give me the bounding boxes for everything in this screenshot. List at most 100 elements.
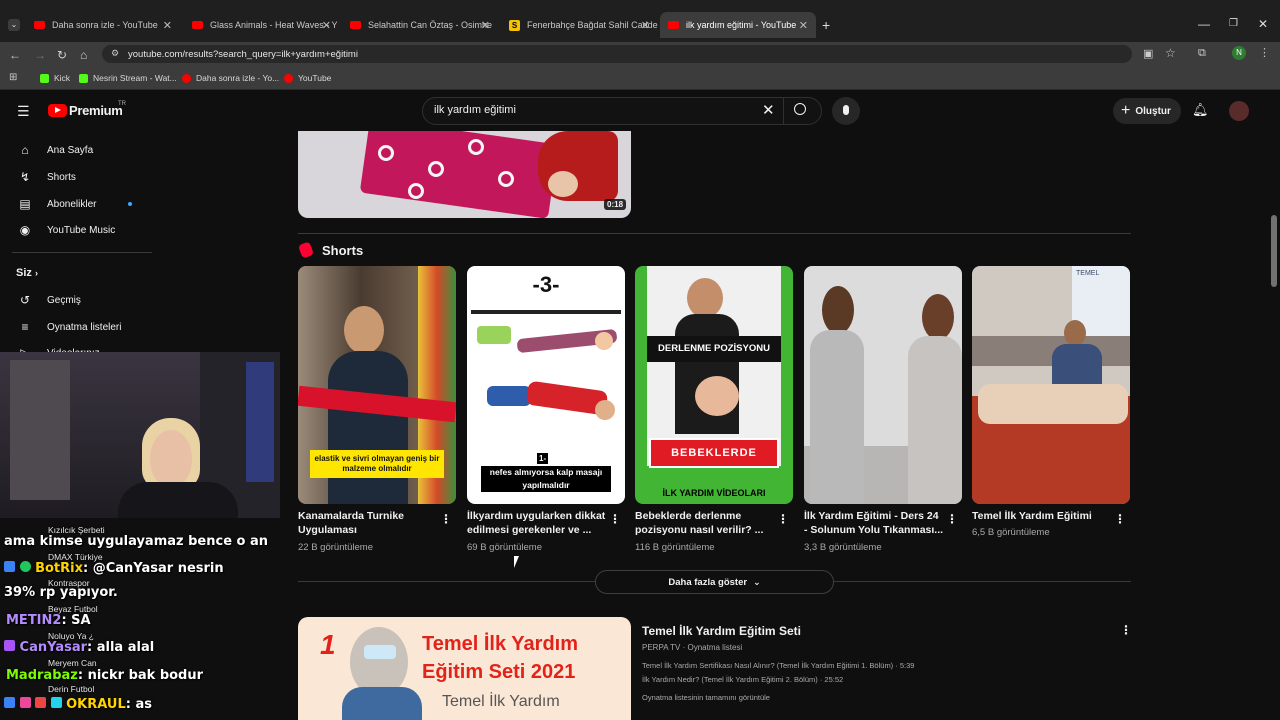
sidebar-divider [12, 252, 152, 253]
youtube-favicon-icon [668, 21, 679, 29]
badge-icon [50, 697, 62, 708]
tab-glass-animals[interactable]: Glass Animals - Heat Waves - Y ✕ [184, 12, 339, 38]
sidebar-item-history[interactable]: ↺ Geçmiş [18, 293, 81, 307]
install-app-icon[interactable]: ▣ [1143, 47, 1153, 60]
tab-search-icon[interactable]: ⌄ [8, 19, 20, 31]
subscriptions-icon: ▤ [19, 197, 31, 211]
search-value[interactable]: ilk yardım eğitimi [434, 104, 516, 116]
url-text[interactable]: youtube.com/results?search_query=ilk+yar… [128, 49, 358, 60]
short-thumbnail-3[interactable]: DERLENME POZİSYONU BEBEKLERDE İLK YARDIM… [635, 266, 793, 504]
forward-icon[interactable]: → [34, 48, 46, 62]
playlists-icon: ≡ [21, 320, 29, 334]
playlist-item-1[interactable]: Temel İlk Yardım Sertifikası Nasıl Alını… [642, 661, 914, 670]
minimize-icon[interactable]: — [1198, 17, 1210, 31]
youtube-favicon-icon [34, 21, 45, 29]
badge-icon [4, 561, 15, 572]
short-thumbnail-1[interactable]: elastik ve sivri olmayan geniş bir malze… [298, 266, 456, 504]
chat-message: Madrabaz: nickr bak bodur [6, 668, 204, 683]
short-badge: -3- [532, 272, 560, 297]
shorts-icon: ↯ [19, 170, 31, 184]
browser-menu-icon[interactable]: ⋮ [1259, 46, 1270, 59]
short-thumbnail-2[interactable]: -3- 1- nefes almıyorsa kalp masajı yapıl… [467, 266, 625, 504]
show-more-button[interactable]: Daha fazla göster ⌄ [595, 570, 834, 594]
page-scrollbar[interactable] [1268, 91, 1280, 720]
menu-hamburger-icon[interactable]: ☰ [17, 103, 30, 120]
scrollbar-thumb[interactable] [1271, 215, 1277, 287]
chat-message: BotRix: @CanYasar nesrin [4, 561, 224, 576]
youtube-logo-icon[interactable] [48, 104, 67, 117]
site-info-icon[interactable]: ⚙ [111, 48, 119, 59]
top-video-thumbnail[interactable] [298, 131, 631, 218]
playlist-thumbnail[interactable]: 1 Temel İlk Yardım Eğitim Seti 2021 Teme… [298, 617, 631, 720]
profile-avatar[interactable]: N [1232, 46, 1246, 60]
short-views-2: 69 B görüntüleme [467, 542, 542, 553]
tab-fenerbahce[interactable]: S Fenerbahçe Bağdat Sahil Cadde ✕ [501, 12, 658, 38]
tab-selahattin[interactable]: Selahattin Can Öztaş - Osimhe ✕ [342, 12, 498, 38]
restore-icon[interactable]: ❐ [1229, 18, 1238, 29]
new-tab-icon[interactable]: + [822, 17, 830, 33]
sidebar-item-youtube-music[interactable]: ◉ YouTube Music [18, 223, 115, 237]
short-caption: elastik ve sivri olmayan geniş bir malze… [310, 450, 444, 478]
short-menu-icon[interactable]: ⋮ [1114, 512, 1126, 526]
short-views-3: 116 B görüntüleme [635, 542, 715, 553]
short-title-2[interactable]: İlkyardım uygularken dikkat edilmesi gere… [467, 509, 605, 537]
apps-grid-icon[interactable]: ⊞ [9, 72, 17, 83]
bookmark-youtube[interactable]: YouTube [284, 73, 331, 83]
sidebar-item-shorts[interactable]: ↯ Shorts [18, 170, 76, 184]
search-icon[interactable] [794, 103, 806, 115]
short-menu-icon[interactable]: ⋮ [609, 512, 621, 526]
section-divider [298, 233, 1131, 234]
short-thumbnail-4[interactable] [804, 266, 962, 504]
short-menu-icon[interactable]: ⋮ [946, 512, 958, 526]
close-tab-icon[interactable]: ✕ [641, 19, 650, 32]
voice-search-button[interactable] [832, 97, 860, 125]
close-tab-icon[interactable]: ✕ [322, 19, 331, 32]
short-banner: DERLENME POZİSYONU [647, 336, 781, 362]
chat-message: OKRAUL: as [4, 697, 152, 712]
close-tab-icon[interactable]: ✕ [481, 19, 490, 32]
close-tab-icon[interactable]: ✕ [163, 19, 172, 32]
playlist-channel[interactable]: PERPA TV [642, 643, 680, 652]
youtube-favicon-icon [284, 73, 293, 83]
country-code: TR [118, 101, 126, 107]
tab-daha-sonra-izle[interactable]: Daha sonra izle - YouTube ✕ [26, 12, 180, 38]
bookmark-nesrin[interactable]: Nesrin Stream - Wat... [79, 73, 177, 83]
sidebar-section-you[interactable]: Siz › [16, 267, 38, 279]
bookmark-star-icon[interactable]: ☆ [1165, 46, 1176, 60]
youtube-favicon-icon [182, 73, 191, 83]
short-thumbnail-5[interactable]: TEMEL [972, 266, 1130, 504]
bookmark-daha-sonra[interactable]: Daha sonra izle - Yo... [182, 73, 279, 83]
short-menu-icon[interactable]: ⋮ [440, 512, 452, 526]
sidebar-item-playlists[interactable]: ≡ Oynatma listeleri [18, 320, 121, 334]
back-icon[interactable]: ← [9, 48, 21, 62]
premium-logo-text[interactable]: Premium [69, 103, 123, 118]
close-window-icon[interactable]: ✕ [1258, 17, 1268, 31]
short-title-3[interactable]: Bebeklerde derlenme pozisyonu nasıl veril… [635, 509, 763, 537]
clear-search-icon[interactable]: ✕ [762, 101, 775, 119]
playlist-item-2[interactable]: İlk Yardım Nedir? (Temel İlk Yardım Eğit… [642, 675, 843, 684]
short-views-4: 3,3 B görüntüleme [804, 542, 882, 553]
tab-ilk-yardim-active[interactable]: ilk yardım eğitimi - YouTube ✕ [660, 12, 816, 38]
notifications-bell-icon[interactable]: 🔔︎ [1192, 102, 1209, 118]
playlist-title[interactable]: Temel İlk Yardım Eğitim Seti [642, 624, 801, 638]
home-browser-icon[interactable]: ⌂ [80, 48, 87, 62]
chevron-right-icon: › [34, 268, 38, 278]
short-views-1: 22 B görüntüleme [298, 542, 373, 553]
short-title-1[interactable]: Kanamalarda Turnike Uygulaması [298, 509, 404, 537]
shorts-heading: Shorts [322, 243, 364, 258]
chat-message: METIN2: SA [6, 613, 91, 628]
short-title-5[interactable]: Temel İlk Yardım Eğitimi [972, 509, 1092, 523]
bookmark-kick[interactable]: Kick [40, 73, 70, 83]
extensions-icon[interactable]: ⧉ [1198, 47, 1206, 60]
badge-icon [19, 697, 31, 708]
playlist-view-all[interactable]: Oynatma listesinin tamamını görüntüle [642, 693, 770, 702]
short-title-4[interactable]: İlk Yardım Eğitimi - Ders 24- Solunum Yo… [804, 509, 943, 537]
reload-icon[interactable]: ↻ [57, 48, 67, 62]
create-button[interactable]: + Oluştur [1113, 98, 1181, 124]
playlist-menu-icon[interactable]: ⋮ [1120, 623, 1132, 637]
account-avatar[interactable] [1229, 101, 1249, 121]
sidebar-item-home[interactable]: ⌂ Ana Sayfa [18, 143, 93, 157]
sidebar-item-subscriptions[interactable]: ▤ Abonelikler [18, 197, 96, 211]
short-menu-icon[interactable]: ⋮ [777, 512, 789, 526]
close-tab-icon[interactable]: ✕ [799, 19, 808, 32]
